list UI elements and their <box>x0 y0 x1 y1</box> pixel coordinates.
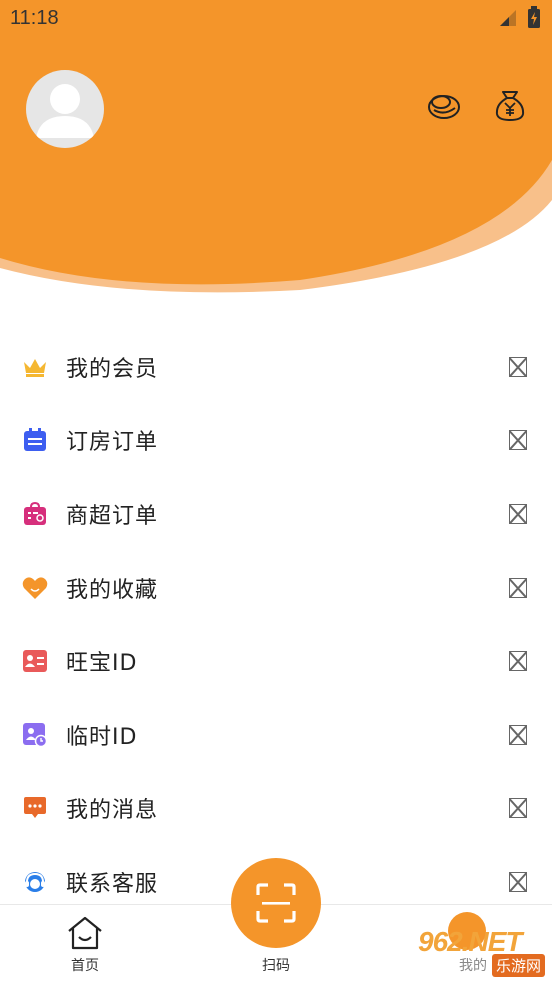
chevron-right-icon <box>509 503 527 524</box>
menu-item-label: 临时ID <box>66 724 138 750</box>
chevron-right-icon <box>509 871 527 892</box>
header-background <box>0 0 552 293</box>
menu-item-room-orders[interactable]: 订房订单 <box>0 404 552 478</box>
menu-item-label: 联系客服 <box>66 871 159 897</box>
chevron-right-icon <box>509 724 527 745</box>
menu-item-membership[interactable]: 我的会员 <box>0 330 552 404</box>
status-time: 11:18 <box>10 7 59 29</box>
menu-item-label: 旺宝ID <box>66 651 138 677</box>
shopping-bag-icon <box>22 501 48 527</box>
customer-service-icon <box>22 869 48 895</box>
calendar-icon <box>22 427 48 453</box>
wallet-icon[interactable] <box>492 88 528 122</box>
chevron-right-icon <box>509 798 527 819</box>
menu-item-temp-id[interactable]: 临时ID <box>0 698 552 772</box>
scan-icon <box>256 883 296 923</box>
menu-item-messages[interactable]: 我的消息 <box>0 772 552 846</box>
heart-icon <box>22 575 48 601</box>
coin-icon[interactable] <box>426 88 462 122</box>
temp-id-icon <box>22 722 48 748</box>
menu-item-label: 我的收藏 <box>66 577 159 603</box>
menu-item-favorites[interactable]: 我的收藏 <box>0 551 552 625</box>
menu-item-label: 商超订单 <box>66 503 159 529</box>
crown-icon <box>22 354 48 380</box>
status-bar: 11:18 <box>0 0 552 38</box>
tab-scan-label: 扫码 <box>262 958 290 974</box>
home-icon <box>68 916 102 950</box>
chevron-right-icon <box>509 577 527 598</box>
watermark-logo: 962.NET 乐游网 <box>414 924 550 977</box>
id-card-icon <box>22 648 48 674</box>
menu-item-wangbao-id[interactable]: 旺宝ID <box>0 624 552 698</box>
menu-item-label: 我的消息 <box>66 798 159 824</box>
user-icon <box>36 84 94 138</box>
battery-icon <box>528 6 540 28</box>
chevron-right-icon <box>509 430 527 451</box>
signal-icon <box>500 10 516 26</box>
watermark-subtext: 乐游网 <box>492 954 546 977</box>
avatar[interactable] <box>26 70 104 148</box>
tab-home-label: 首页 <box>71 958 99 974</box>
menu-item-label: 我的会员 <box>66 356 159 382</box>
menu-list: 我的会员 订房订单 商超订单 我的收藏 旺宝ID 临时ID 我的消息 联系客服 <box>0 330 552 919</box>
tab-home[interactable]: 首页 <box>30 905 140 982</box>
message-icon <box>22 795 48 821</box>
chevron-right-icon <box>509 651 527 672</box>
profile-header <box>0 0 552 300</box>
scan-button[interactable] <box>231 858 321 948</box>
menu-item-supermarket-orders[interactable]: 商超订单 <box>0 477 552 551</box>
chevron-right-icon <box>509 356 527 377</box>
menu-item-label: 订房订单 <box>66 430 159 456</box>
